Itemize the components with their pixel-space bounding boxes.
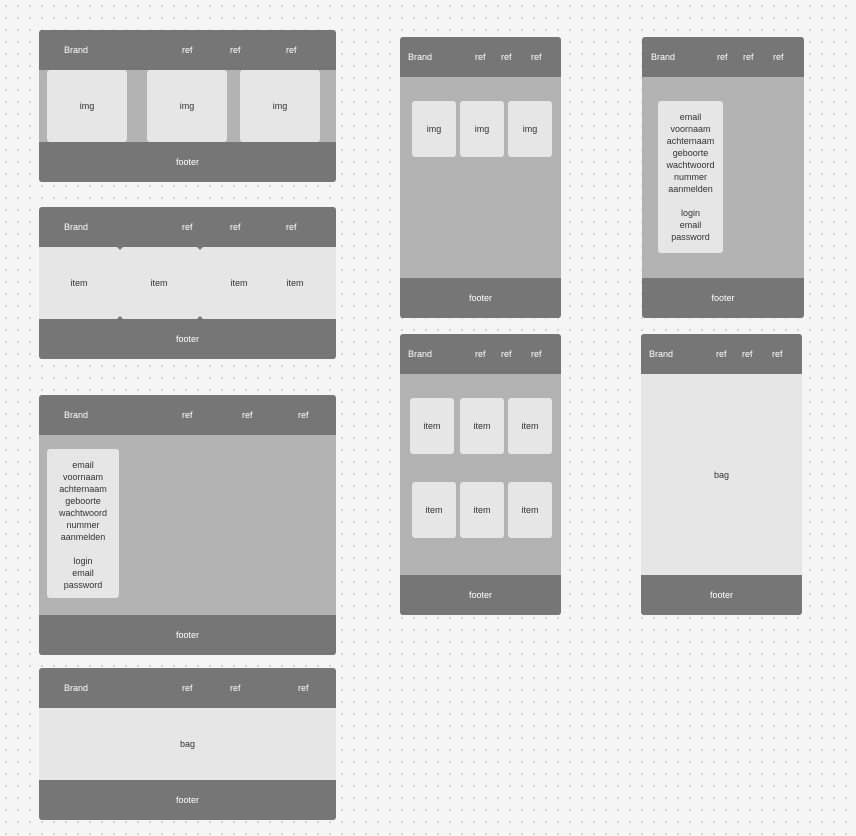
login-button[interactable]: login (47, 555, 119, 567)
footer: footer (641, 575, 802, 615)
account-form: email voornaam achternaam geboorte wacht… (47, 449, 119, 598)
brand-link[interactable]: Brand (64, 207, 88, 247)
footer: footer (400, 575, 561, 615)
item-row: item item item item (39, 247, 336, 319)
navbar: Brand ref ref ref (400, 37, 561, 77)
frame-mobile-form: Brand ref ref ref email voornaam achtern… (642, 37, 804, 318)
nav-ref-link[interactable]: ref (230, 668, 241, 708)
nav-ref-link[interactable]: ref (286, 207, 297, 247)
nav-ref-link[interactable]: ref (182, 668, 193, 708)
list-item[interactable]: item (286, 247, 303, 319)
nav-ref-link[interactable]: ref (717, 37, 728, 77)
register-field[interactable]: wachtwoord (658, 159, 723, 171)
nav-ref-link[interactable]: ref (475, 37, 486, 77)
navbar: Brand ref ref ref (39, 30, 336, 70)
brand-link[interactable]: Brand (64, 30, 88, 70)
brand-link[interactable]: Brand (64, 668, 88, 708)
register-field[interactable]: wachtwoord (47, 507, 119, 519)
image-placeholder: img (47, 70, 127, 142)
footer: footer (39, 142, 336, 182)
nav-ref-link[interactable]: ref (531, 334, 542, 374)
navbar: Brand ref ref ref (39, 668, 336, 708)
nav-ref-link[interactable]: ref (743, 37, 754, 77)
footer: footer (642, 278, 804, 318)
frame-desktop-items: Brand ref ref ref item item item item fo… (39, 207, 336, 359)
nav-ref-link[interactable]: ref (298, 668, 309, 708)
nav-ref-link[interactable]: ref (501, 37, 512, 77)
divider-marker (117, 247, 123, 250)
nav-ref-link[interactable]: ref (242, 395, 253, 435)
nav-ref-link[interactable]: ref (501, 334, 512, 374)
register-field[interactable]: geboorte (658, 147, 723, 159)
nav-ref-link[interactable]: ref (773, 37, 784, 77)
brand-link[interactable]: Brand (649, 334, 673, 374)
image-placeholder: img (240, 70, 320, 142)
register-field[interactable]: email (47, 459, 119, 471)
account-form: email voornaam achternaam geboorte wacht… (658, 101, 723, 253)
list-item[interactable]: item (460, 398, 504, 454)
nav-ref-link[interactable]: ref (286, 30, 297, 70)
register-field[interactable]: nummer (658, 171, 723, 183)
frame-mobile-items: Brand ref ref ref item item item item it… (400, 334, 561, 615)
nav-ref-link[interactable]: ref (182, 395, 193, 435)
image-placeholder: img (412, 101, 456, 157)
list-item[interactable]: item (460, 482, 504, 538)
frame-mobile-home: Brand ref ref ref img img img footer (400, 37, 561, 318)
frame-desktop-home: Brand ref ref ref img img img footer (39, 30, 336, 182)
nav-ref-link[interactable]: ref (230, 207, 241, 247)
nav-ref-link[interactable]: ref (298, 395, 309, 435)
navbar: Brand ref ref ref (400, 334, 561, 374)
register-field[interactable]: email (658, 111, 723, 123)
frame-desktop-bag: Brand ref ref ref bag footer (39, 668, 336, 820)
register-button[interactable]: aanmelden (47, 531, 119, 543)
bag-content: bag (39, 708, 336, 780)
list-item[interactable]: item (508, 398, 552, 454)
navbar: Brand ref ref ref (39, 207, 336, 247)
brand-link[interactable]: Brand (408, 37, 432, 77)
register-field[interactable]: voornaam (658, 123, 723, 135)
login-field[interactable]: email (47, 567, 119, 579)
image-placeholder: img (508, 101, 552, 157)
brand-link[interactable]: Brand (408, 334, 432, 374)
nav-ref-link[interactable]: ref (182, 30, 193, 70)
navbar: Brand ref ref ref (641, 334, 802, 374)
register-button[interactable]: aanmelden (658, 183, 723, 195)
footer: footer (39, 319, 336, 359)
nav-ref-link[interactable]: ref (772, 334, 783, 374)
list-item[interactable]: item (508, 482, 552, 538)
register-field[interactable]: geboorte (47, 495, 119, 507)
footer: footer (39, 615, 336, 655)
register-field[interactable]: achternaam (47, 483, 119, 495)
register-field[interactable]: achternaam (658, 135, 723, 147)
nav-ref-link[interactable]: ref (475, 334, 486, 374)
login-button[interactable]: login (658, 207, 723, 219)
list-item[interactable]: item (70, 247, 87, 319)
bag-content: bag (641, 374, 802, 575)
footer: footer (400, 278, 561, 318)
login-field[interactable]: password (658, 231, 723, 243)
navbar: Brand ref ref ref (39, 395, 336, 435)
register-field[interactable]: voornaam (47, 471, 119, 483)
nav-ref-link[interactable]: ref (742, 334, 753, 374)
brand-link[interactable]: Brand (651, 37, 675, 77)
login-field[interactable]: email (658, 219, 723, 231)
frame-desktop-form: Brand ref ref ref email voornaam achtern… (39, 395, 336, 655)
brand-link[interactable]: Brand (64, 395, 88, 435)
register-field[interactable]: nummer (47, 519, 119, 531)
image-placeholder: img (147, 70, 227, 142)
nav-ref-link[interactable]: ref (716, 334, 727, 374)
footer: footer (39, 780, 336, 820)
list-item[interactable]: item (230, 247, 247, 319)
login-field[interactable]: password (47, 579, 119, 591)
nav-ref-link[interactable]: ref (182, 207, 193, 247)
list-item[interactable]: item (412, 482, 456, 538)
divider-marker (197, 247, 203, 250)
list-item[interactable]: item (410, 398, 454, 454)
frame-mobile-bag: Brand ref ref ref bag footer (641, 334, 802, 615)
navbar: Brand ref ref ref (642, 37, 804, 77)
nav-ref-link[interactable]: ref (230, 30, 241, 70)
nav-ref-link[interactable]: ref (531, 37, 542, 77)
list-item[interactable]: item (150, 247, 167, 319)
image-placeholder: img (460, 101, 504, 157)
